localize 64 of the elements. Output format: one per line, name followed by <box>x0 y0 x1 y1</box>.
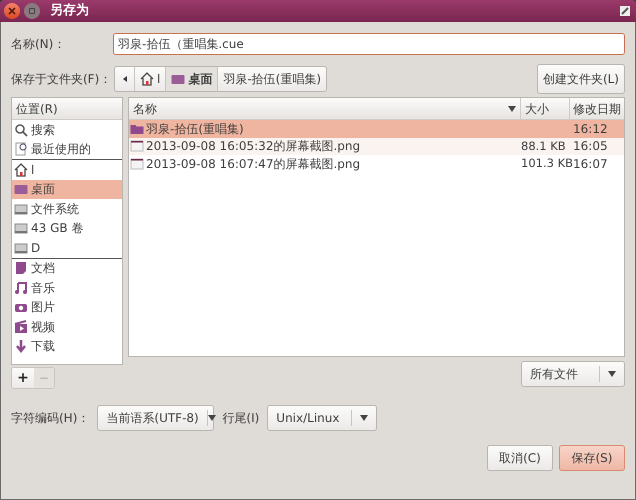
video-icon <box>14 320 28 334</box>
home-icon <box>14 162 28 177</box>
modified-time: 16:12 <box>572 120 609 138</box>
file-size: 101.3 KB <box>521 155 570 172</box>
file-row[interactable]: 2013-09-08 16:07:47的屏幕截图.png 101.3 KB16:07 <box>129 155 624 172</box>
caret-icon <box>360 415 368 421</box>
folder-icon <box>171 72 186 86</box>
file-size: 88.1 KB <box>521 138 567 155</box>
save-button[interactable]: 保存(S) <box>559 445 625 471</box>
left-arrow-icon <box>122 76 126 82</box>
place-item[interactable]: 文档 <box>12 258 122 278</box>
drive-icon <box>14 240 28 255</box>
filename-field[interactable]: 羽泉-拾伍（重唱集.cue <box>113 33 625 55</box>
place-item[interactable]: 桌面 <box>12 180 122 199</box>
place-item[interactable]: l <box>12 160 122 180</box>
recent-document-icon <box>14 142 28 156</box>
file-name: 羽泉-拾伍(重唱集) <box>146 120 244 138</box>
path-segment-button[interactable]: 羽泉-拾伍(重唱集) <box>218 67 326 91</box>
document-icon <box>14 261 28 276</box>
place-item[interactable]: 图片 <box>12 298 122 317</box>
minimize-button[interactable] <box>24 3 40 19</box>
file-name: 2013-09-08 16:07:47的屏幕截图.png <box>146 156 360 173</box>
add-place-button[interactable]: + <box>12 368 34 388</box>
place-item[interactable]: 音乐 <box>12 278 122 298</box>
save-in-folder-label: 保存于文件夹(F)： <box>11 71 112 88</box>
encoding-dropdown[interactable]: 当前语系(UTF-8) <box>97 405 214 431</box>
line-ending-label: 行尾(I) <box>222 410 260 427</box>
line-ending-dropdown[interactable]: Unix/Linux <box>267 405 378 431</box>
file-name: 2013-09-08 16:05:32的屏幕截图.png <box>146 138 360 156</box>
place-item[interactable]: 视频 <box>12 317 122 336</box>
modified-time: 16:07 <box>572 156 609 173</box>
modified-time: 16:05 <box>572 138 609 156</box>
place-item[interactable]: 下载 <box>12 336 122 356</box>
home-icon <box>140 72 154 86</box>
resize-icon <box>620 6 630 16</box>
caret-icon <box>208 415 216 421</box>
encoding-label: 字符编码(H)： <box>11 410 90 427</box>
drive-icon <box>14 221 28 236</box>
close-icon <box>8 7 16 15</box>
window-title: 另存为 <box>50 2 89 20</box>
file-row[interactable]: 2013-09-08 16:05:32的屏幕截图.png 88.1 KB 16:05 <box>129 138 624 155</box>
caret-icon <box>508 106 516 112</box>
close-button[interactable] <box>4 3 20 19</box>
folder-icon <box>14 182 28 196</box>
place-item[interactable]: 搜索 <box>12 120 122 140</box>
file-row[interactable]: 羽泉-拾伍(重唱集) 16:12 <box>129 120 624 138</box>
search-icon <box>14 122 28 137</box>
cancel-button[interactable]: 取消(C) <box>487 445 553 471</box>
down-arrow-icon <box>14 339 28 354</box>
path-segment-button[interactable]: 桌面 <box>166 67 218 91</box>
places-header: 位置(R) <box>12 98 122 120</box>
drive-icon <box>14 202 28 216</box>
column-header[interactable]: 大小 <box>521 98 570 119</box>
place-item[interactable]: 文件系统 <box>12 199 122 218</box>
music-note-icon <box>14 280 28 295</box>
file-type-dropdown[interactable]: 所有文件 <box>521 361 625 387</box>
place-item[interactable]: 43 GB 卷 <box>12 218 122 238</box>
place-item[interactable]: D <box>12 238 122 258</box>
caret-icon <box>608 371 616 377</box>
column-header[interactable]: 名称 <box>129 98 521 119</box>
name-label: 名称(N)： <box>11 36 66 53</box>
place-item[interactable]: 最近使用的 <box>12 140 122 159</box>
column-header[interactable]: 修改日期 <box>570 98 624 119</box>
create-folder-button[interactable]: 创建文件夹(L) <box>536 64 625 94</box>
